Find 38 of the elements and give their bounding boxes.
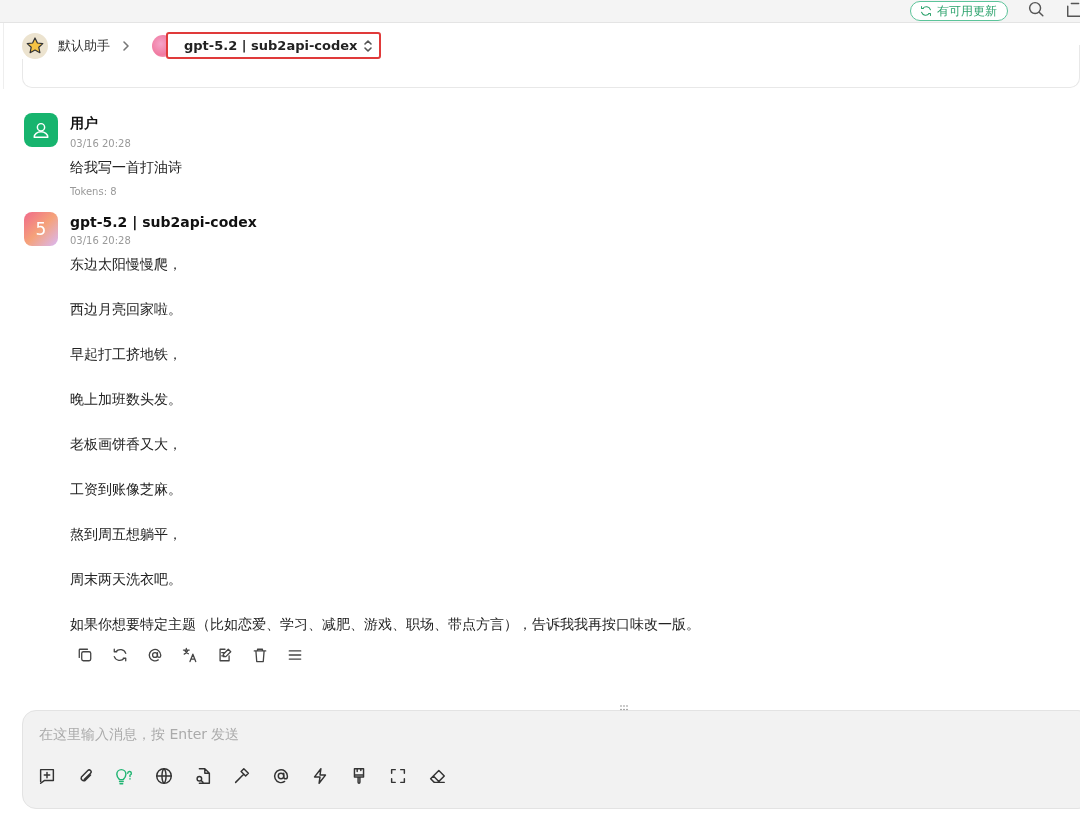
message-text: 给我写一首打油诗 [70, 158, 183, 177]
author-name: 用户 [70, 115, 99, 133]
search-icon[interactable] [1026, 0, 1046, 19]
copy-icon[interactable] [76, 646, 94, 664]
resize-handle-icon[interactable] [619, 705, 629, 711]
model-avatar: 5 [24, 212, 58, 246]
at-icon[interactable] [146, 646, 164, 664]
refresh-icon[interactable] [111, 646, 129, 664]
message-time: 03/16 20:28 [70, 138, 131, 149]
translate-icon[interactable] [181, 646, 199, 664]
new-chat-icon[interactable] [37, 766, 57, 786]
up-down-icon [363, 38, 374, 53]
user-avatar-icon [24, 113, 58, 147]
trash-icon[interactable] [251, 646, 269, 664]
message-text: 如果你想要特定主题（比如恋爱、学习、减肥、游戏、职场、带点方言），告诉我我再按口味改一版。 [70, 615, 701, 634]
refresh-icon [919, 4, 933, 18]
chevron-right-icon [120, 39, 132, 52]
message-text: 老板画饼香又大， [70, 435, 183, 454]
model-selector[interactable]: gpt-5.2 | sub2api-codex [166, 32, 382, 59]
message-input[interactable]: 在这里输入消息，按 Enter 发送 [37, 725, 641, 743]
hammer-icon[interactable] [232, 766, 252, 786]
star-avatar-icon [22, 32, 48, 59]
fullscreen-icon[interactable] [388, 766, 408, 786]
message-text: 西边月亮回家啦。 [70, 300, 183, 319]
message-text: 晚上加班数头发。 [70, 390, 183, 409]
message-text: 周末两天洗衣吧。 [70, 570, 183, 589]
edit-icon[interactable] [216, 646, 234, 664]
at-icon[interactable] [271, 766, 291, 786]
message-text: 早起打工挤地铁， [70, 345, 183, 364]
message-text: 熬到周五想躺平， [70, 525, 183, 544]
message-time: 03/16 20:28 [70, 235, 132, 246]
message-text: 东边太阳慢慢爬， [70, 255, 183, 274]
message-text: 工资到账像芝麻。 [70, 480, 183, 499]
author-name: gpt-5.2 | sub2api-codex [70, 214, 257, 230]
assistant-name[interactable]: 默认助手 [58, 36, 110, 55]
globe-icon[interactable] [154, 766, 174, 786]
file-search-icon[interactable] [193, 766, 213, 786]
token-count: Tokens: 8 [70, 186, 118, 197]
